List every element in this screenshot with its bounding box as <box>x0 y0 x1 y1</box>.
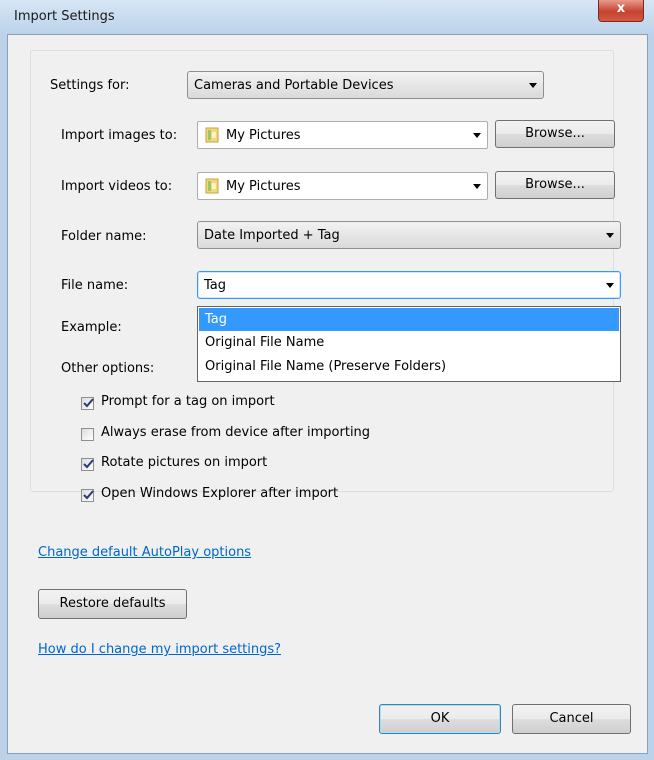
settings-for-select[interactable]: Cameras and Portable Devices <box>187 71 544 99</box>
checkbox[interactable] <box>81 489 94 502</box>
folder-name-value: Date Imported + Tag <box>204 228 340 243</box>
checkbox-label: Open Windows Explorer after import <box>101 486 339 501</box>
dropdown-option[interactable]: Original File Name <box>199 331 619 354</box>
chevron-down-icon <box>606 283 614 288</box>
file-name-dropdown-list: Tag Original File Name Original File Nam… <box>197 306 621 382</box>
settings-for-value: Cameras and Portable Devices <box>194 78 394 93</box>
change-autoplay-link[interactable]: Change default AutoPlay options <box>38 545 251 560</box>
close-button[interactable]: x <box>598 0 644 22</box>
chevron-down-icon <box>529 83 537 88</box>
checkbox[interactable] <box>81 397 94 410</box>
folder-name-label: Folder name: <box>61 229 147 244</box>
settings-for-label: Settings for: <box>50 78 130 93</box>
import-settings-window: Import Settings x Settings for: Cameras … <box>0 0 654 760</box>
checkbox[interactable] <box>81 458 94 471</box>
folder-icon <box>205 178 219 194</box>
file-name-select[interactable]: Tag <box>197 271 621 299</box>
other-options-label: Other options: <box>61 361 155 376</box>
chevron-down-icon <box>473 133 481 138</box>
import-images-select[interactable]: My Pictures <box>197 121 488 149</box>
dropdown-option[interactable]: Tag <box>199 308 619 331</box>
file-name-value: Tag <box>204 278 227 293</box>
chevron-down-icon <box>473 184 481 189</box>
title-bar[interactable]: Import Settings x <box>0 0 654 34</box>
file-name-label: File name: <box>61 278 129 293</box>
dropdown-option[interactable]: Original File Name (Preserve Folders) <box>199 355 619 378</box>
import-images-label: Import images to: <box>61 128 178 143</box>
folder-icon <box>205 127 219 143</box>
ok-button[interactable]: OK <box>379 704 501 734</box>
cancel-button[interactable]: Cancel <box>512 704 631 734</box>
checkbox-label: Always erase from device after importing <box>101 425 371 440</box>
checkbox[interactable] <box>81 428 94 441</box>
browse-videos-button[interactable]: Browse... <box>495 171 615 199</box>
window-title: Import Settings <box>14 9 115 24</box>
restore-defaults-button[interactable]: Restore defaults <box>38 589 187 619</box>
import-videos-label: Import videos to: <box>61 179 173 194</box>
browse-images-button[interactable]: Browse... <box>495 120 615 148</box>
folder-name-select[interactable]: Date Imported + Tag <box>197 221 621 249</box>
checkmark-icon <box>83 490 94 500</box>
checkmark-icon <box>83 459 94 469</box>
checkbox-label: Rotate pictures on import <box>101 455 268 470</box>
help-link[interactable]: How do I change my import settings? <box>38 642 281 657</box>
chevron-down-icon <box>606 233 614 238</box>
import-videos-value: My Pictures <box>226 179 301 194</box>
import-images-value: My Pictures <box>226 128 301 143</box>
checkmark-icon <box>83 398 94 408</box>
checkbox-label: Prompt for a tag on import <box>101 394 275 409</box>
close-icon: x <box>616 1 626 16</box>
example-label: Example: <box>61 320 122 335</box>
import-videos-select[interactable]: My Pictures <box>197 172 488 200</box>
